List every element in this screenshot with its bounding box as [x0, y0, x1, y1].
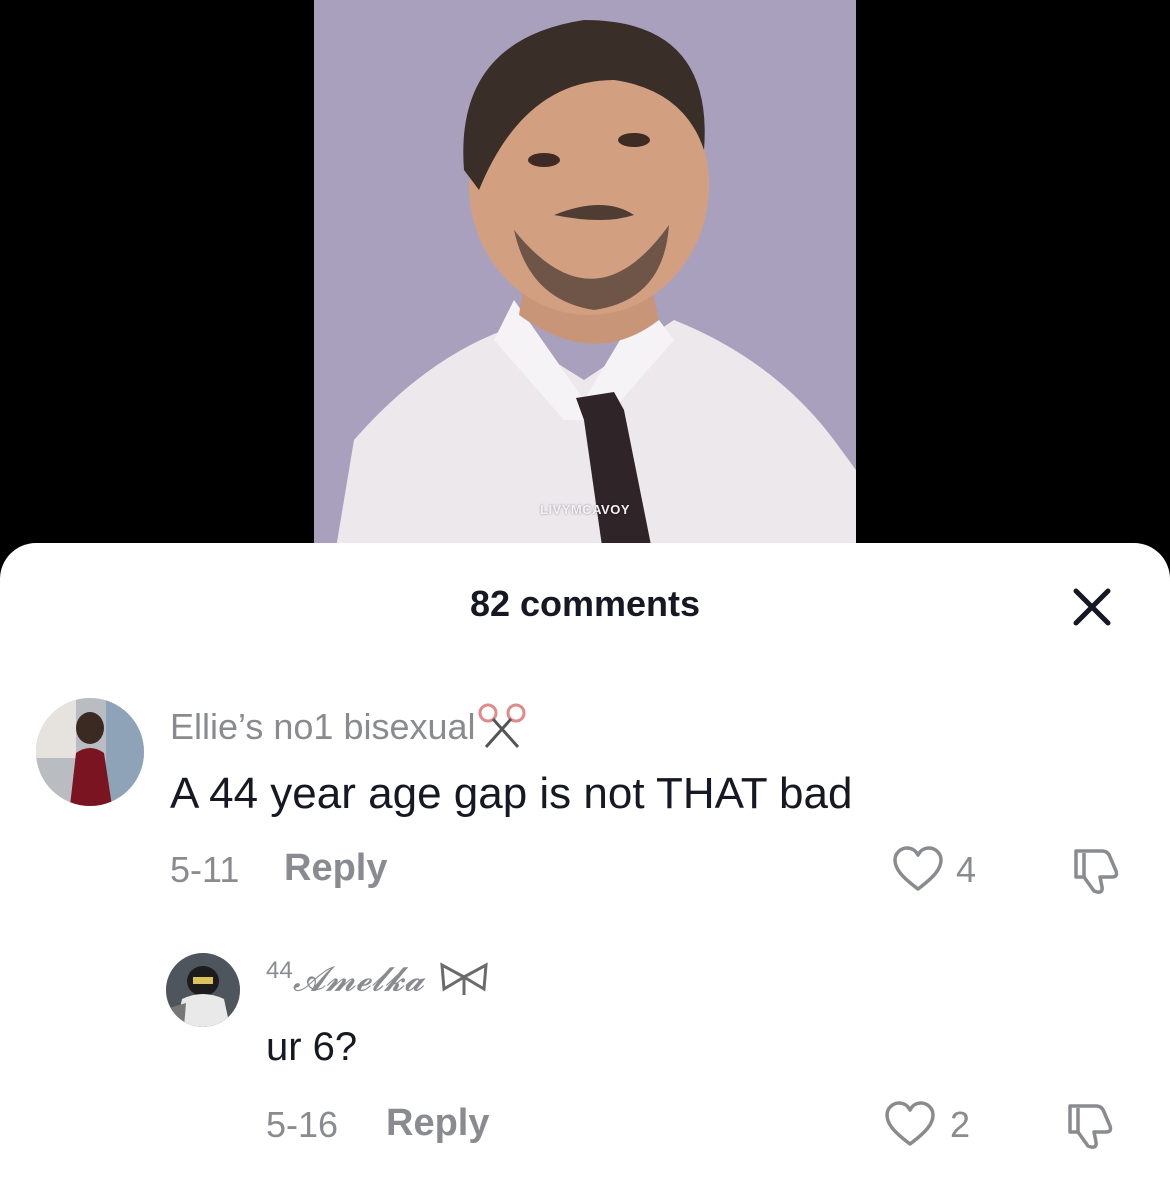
close-icon[interactable]	[1064, 579, 1120, 635]
comments-sheet: 82 comments Ellie’s no1 bisexual A 44 ye…	[0, 543, 1170, 1186]
reply-button[interactable]: Reply	[284, 847, 387, 890]
heart-icon	[885, 1101, 935, 1146]
comment-date: 5-11	[170, 849, 240, 890]
thumbs-down-icon	[1074, 849, 1119, 894]
like-count: 4	[956, 849, 977, 890]
close-button[interactable]	[1064, 579, 1120, 635]
reply-dislike-button[interactable]	[1064, 1100, 1116, 1155]
bow-icon	[434, 957, 494, 1006]
comments-count-title: 82 comments	[469, 583, 701, 624]
like-button[interactable]	[892, 845, 944, 898]
thumbs-down-icon	[1068, 1104, 1113, 1149]
scissors-icon	[476, 701, 528, 758]
reply-text: ur 6?	[266, 1025, 358, 1069]
reply-avatar[interactable]	[166, 953, 240, 1027]
video-watermark: LIVYMCAVOY	[540, 502, 630, 517]
video-player[interactable]: LIVYMCAVOY	[0, 0, 1170, 560]
heart-icon	[893, 846, 943, 891]
reply-date: 5-16	[266, 1104, 339, 1145]
avatar[interactable]	[36, 698, 144, 806]
comment-text: A 44 year age gap is not THAT bad	[170, 769, 853, 818]
video-thumbnail-person	[334, 20, 856, 560]
reply-username[interactable]: 44𝓐𝓶𝓮𝓵𝓴𝓪	[266, 957, 494, 1006]
reply-like-button[interactable]	[884, 1100, 936, 1153]
dislike-button[interactable]	[1070, 845, 1122, 900]
reply-reply-button[interactable]: Reply	[386, 1102, 489, 1145]
video-frame: LIVYMCAVOY	[314, 0, 856, 560]
comment-username[interactable]: Ellie’s no1 bisexual	[170, 701, 528, 758]
reply-like-count: 2	[950, 1104, 971, 1145]
